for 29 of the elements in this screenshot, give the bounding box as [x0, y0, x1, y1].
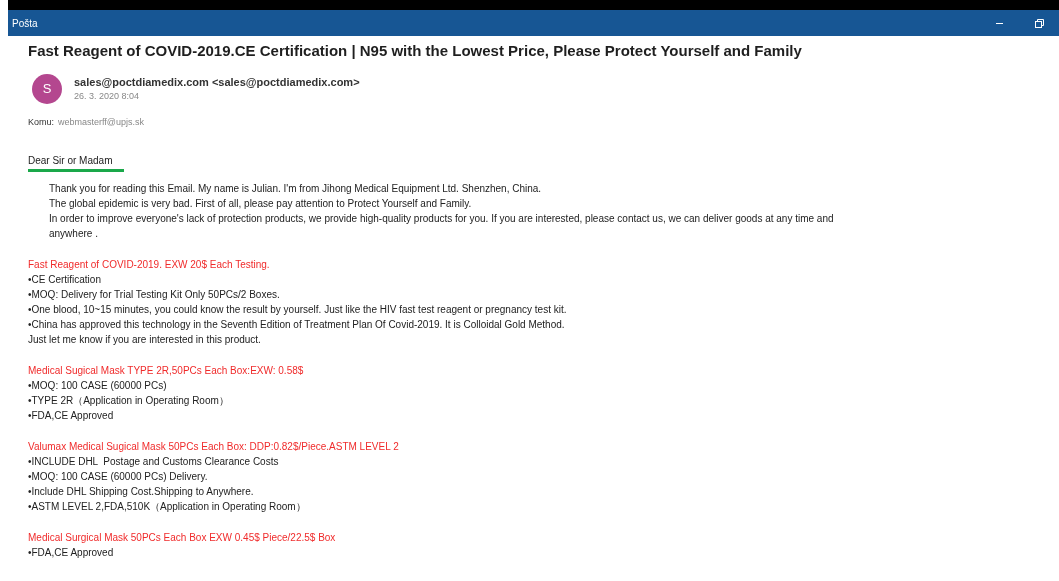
recipient-label: Komu: — [28, 116, 54, 128]
product-detail: •FDA,CE Approved — [28, 546, 115, 560]
product-detail: •MOQ: Delivery for Trial Testing Kit Only 50PCs/2 Boxes. — [28, 288, 281, 302]
product-detail: •One blood, 10~15 minutes, you could know the result by yourself. Just like the HIV fast test reagent or pregnancy test kit. — [28, 303, 568, 317]
sender-avatar: S — [32, 74, 62, 104]
restore-icon — [1034, 18, 1044, 28]
product-detail: •FDA,CE Approved — [28, 409, 115, 423]
product-heading: Fast Reagent of COVID-2019. EXW 20$ Each Testing. — [28, 258, 271, 272]
product-detail: •ASTM LEVEL 2,FDA,510K（Application in Operating Room） — [28, 500, 307, 514]
product-detail: •Include DHL Shipping Cost.Shipping to Anywhere. — [28, 485, 255, 499]
intro-paragraph: The global epidemic is very bad. First of all, please pay attention to Protect Yourself and Family. — [49, 197, 473, 211]
product-heading: Medical Surgical Mask 50PCs Each Box EXW 0.45$ Piece/22.5$ Box — [28, 531, 337, 545]
product-detail: •MOQ: 100 CASE (60000 PCs) Delivery. — [28, 470, 209, 484]
intro-paragraph: In order to improve everyone's lack of protection products, we provide high-quality products for you. If you are interested, please contact us, we can deliver goods at any time and anywhere . — [49, 212, 835, 241]
recipient-address: webmasterff@upjs.sk — [58, 116, 145, 128]
greeting: Dear Sir or Madam — [28, 154, 113, 168]
sender-address: sales@poctdiamedix.com <sales@poctdiamedix.com> — [74, 75, 360, 90]
product-detail: •TYPE 2R（Application in Operating Room） — [28, 394, 230, 408]
window-title: Pošta — [12, 16, 38, 31]
intro-paragraph: Thank you for reading this Email. My name is Julian. I'm from Jihong Medical Equipment Ltd. Shenzhen, China. — [49, 182, 543, 196]
product-detail: •China has approved this technology in the Seventh Edition of Treatment Plan Of Covid-2019. It is Colloidal Gold Method. — [28, 318, 566, 332]
product-heading: Valumax Medical Sugical Mask 50PCs Each Box: DDP:0.82$/Piece.ASTM LEVEL 2 — [28, 440, 400, 454]
product-detail: Just let me know if you are interested in this product. — [28, 333, 262, 347]
email-date: 26. 3. 2020 8:04 — [74, 90, 141, 103]
product-detail: •MOQ: 100 CASE (60000 PCs) — [28, 379, 168, 393]
email-subject: Fast Reagent of COVID-2019.CE Certification | N95 with the Lowest Price, Please Protect Yourself and Family — [28, 41, 803, 61]
product-detail: •CE Certification — [28, 273, 102, 287]
product-heading: Medical Sugical Mask TYPE 2R,50PCs Each Box:EXW: 0.58$ — [28, 364, 305, 378]
product-detail: •INCLUDE DHL Postage and Customs Clearance Costs — [28, 455, 280, 469]
